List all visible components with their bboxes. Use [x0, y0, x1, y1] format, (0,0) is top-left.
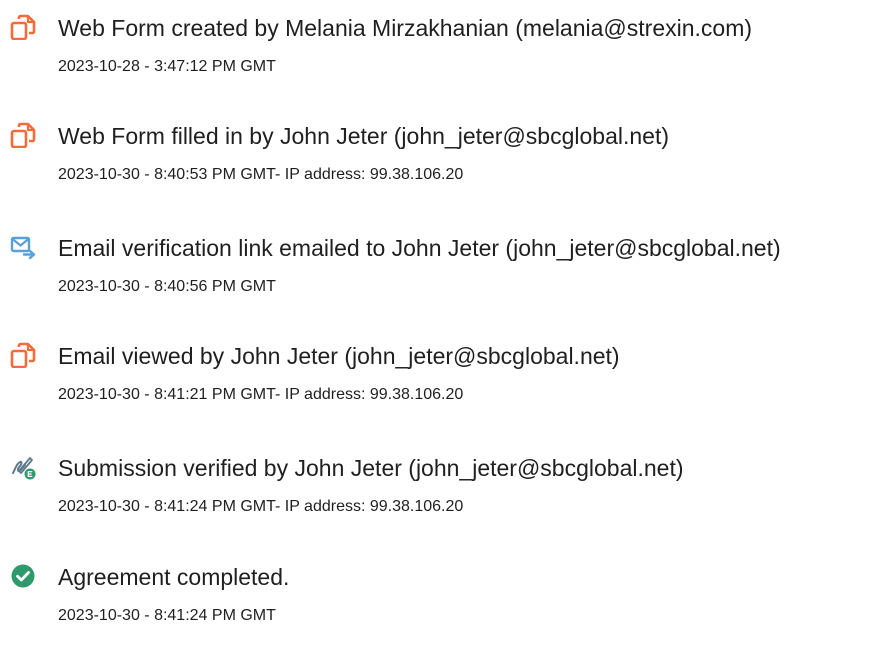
history-event-email-viewed: Email viewed by John Jeter (john_jeter@s… — [0, 342, 893, 432]
audit-history: Web Form created by Melania Mirzakhanian… — [0, 0, 893, 649]
verified-signature-icon — [10, 454, 36, 480]
check-circle-icon — [10, 563, 36, 589]
event-timestamp: 2023-10-30 - 8:41:24 PM GMT — [58, 607, 276, 624]
pdf-document-icon — [10, 14, 36, 40]
event-title: Submission verified by John Jeter (john_… — [58, 455, 684, 481]
history-event-agreement-completed: Agreement completed. 2023-10-30 - 8:41:2… — [0, 563, 893, 653]
history-event-web-form-created: Web Form created by Melania Mirzakhanian… — [0, 14, 893, 104]
event-timestamp: 2023-10-30 - 8:41:21 PM GMT- IP address:… — [58, 386, 464, 403]
event-timestamp: 2023-10-28 - 3:47:12 PM GMT — [58, 58, 276, 75]
history-event-email-verification-sent: Email verification link emailed to John … — [0, 234, 893, 324]
event-title: Agreement completed. — [58, 564, 290, 590]
event-title: Email viewed by John Jeter (john_jeter@s… — [58, 343, 620, 369]
pdf-document-icon — [10, 122, 36, 148]
history-event-web-form-filled: Web Form filled in by John Jeter (john_j… — [0, 122, 893, 212]
event-title: Web Form filled in by John Jeter (john_j… — [58, 123, 669, 149]
history-event-submission-verified: Submission verified by John Jeter (john_… — [0, 454, 893, 544]
event-timestamp: 2023-10-30 - 8:40:56 PM GMT — [58, 278, 276, 295]
email-send-icon — [10, 234, 36, 260]
event-timestamp: 2023-10-30 - 8:41:24 PM GMT- IP address:… — [58, 498, 464, 515]
event-timestamp: 2023-10-30 - 8:40:53 PM GMT- IP address:… — [58, 166, 464, 183]
pdf-document-icon — [10, 342, 36, 368]
event-title: Email verification link emailed to John … — [58, 235, 781, 261]
event-title: Web Form created by Melania Mirzakhanian… — [58, 15, 753, 41]
